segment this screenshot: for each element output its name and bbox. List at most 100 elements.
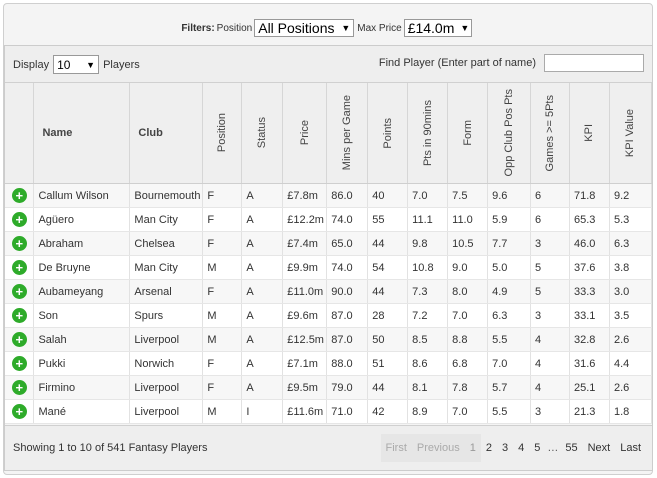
- add-cell: +: [5, 303, 35, 328]
- cell-games-5pts: 5: [530, 279, 570, 304]
- add-player-icon[interactable]: +: [11, 332, 27, 347]
- cell-opp-club-pos-pts: 7.7: [487, 231, 532, 256]
- cell-kpi-value: 2.6: [609, 327, 653, 352]
- add-player-icon[interactable]: +: [11, 260, 27, 275]
- cell-points: 51: [367, 351, 409, 376]
- header-row: Name Club Position Status Price Mins per…: [5, 83, 653, 184]
- cell-price: £9.6m: [282, 303, 328, 328]
- page-button-2[interactable]: 2: [481, 434, 497, 462]
- display-length-value: 10: [57, 57, 71, 72]
- cell-opp-club-pos-pts: 5.0: [487, 255, 532, 280]
- players-table: Name Club Position Status Price Mins per…: [5, 83, 653, 424]
- previous-page-button[interactable]: Previous: [411, 434, 465, 462]
- cell-kpi-value: 2.6: [609, 375, 653, 400]
- cell-games-5pts: 6: [530, 207, 570, 232]
- cell-mins-per-game: 87.0: [326, 303, 369, 328]
- find-player-input[interactable]: [544, 54, 644, 72]
- column-header-pts-in-90mins[interactable]: Pts in 90mins: [407, 83, 449, 184]
- display-length-control: Display 10 ▼ Players: [13, 55, 140, 74]
- column-header-price[interactable]: Price: [282, 83, 328, 184]
- cell-opp-club-pos-pts: 7.0: [487, 351, 532, 376]
- column-header-opp-club-pos-pts[interactable]: Opp Club Pos Pts: [487, 83, 532, 184]
- column-header-kpi-value[interactable]: KPI Value: [609, 83, 653, 184]
- cell-kpi-value: 1.8: [609, 399, 653, 424]
- column-header-add: [5, 83, 35, 184]
- add-player-icon[interactable]: +: [11, 380, 27, 395]
- cell-kpi: 31.6: [569, 351, 610, 376]
- last-page-button[interactable]: Last: [615, 434, 646, 462]
- page-button-4[interactable]: 4: [513, 434, 529, 462]
- cell-pts-in-90mins: 8.9: [407, 399, 449, 424]
- cell-pts-in-90mins: 8.1: [407, 375, 449, 400]
- column-header-games-5pts[interactable]: Games >= 5Pts: [530, 83, 570, 184]
- cell-position: M: [202, 255, 243, 280]
- page-button-1[interactable]: 1: [464, 434, 481, 462]
- max-price-filter-select[interactable]: £14.0m ▼: [403, 19, 472, 37]
- column-header-position[interactable]: Position: [202, 83, 243, 184]
- cell-kpi: 65.3: [569, 207, 610, 232]
- cell-mins-per-game: 74.0: [326, 207, 369, 232]
- page-button-5[interactable]: 5: [529, 434, 545, 462]
- add-cell: +: [5, 279, 35, 304]
- cell-pts-in-90mins: 8.5: [407, 327, 449, 352]
- cell-pts-in-90mins: 7.0: [407, 183, 449, 208]
- first-page-button[interactable]: First: [380, 434, 412, 462]
- cell-price: £7.4m: [282, 231, 328, 256]
- page-button-3[interactable]: 3: [497, 434, 513, 462]
- cell-games-5pts: 4: [530, 375, 570, 400]
- column-header-club[interactable]: Club: [129, 83, 204, 184]
- add-cell: +: [5, 327, 35, 352]
- table-footer: Showing 1 to 10 of 541 Fantasy Players F…: [5, 425, 652, 470]
- column-header-name[interactable]: Name: [33, 83, 131, 184]
- cell-kpi-value: 3.8: [609, 255, 653, 280]
- cell-points: 44: [367, 279, 409, 304]
- cell-status: A: [241, 351, 284, 376]
- cell-mins-per-game: 79.0: [326, 375, 369, 400]
- next-page-button[interactable]: Next: [583, 434, 616, 462]
- cell-position: M: [202, 399, 243, 424]
- add-cell: +: [5, 183, 35, 208]
- cell-name: Callum Wilson: [33, 183, 131, 208]
- cell-mins-per-game: 86.0: [326, 183, 369, 208]
- players-table-body: + Callum Wilson Bournemouth F A £7.8m 86.0 40 7.…: [5, 183, 653, 424]
- add-cell: +: [5, 231, 35, 256]
- display-length-select[interactable]: 10 ▼: [53, 55, 100, 74]
- table-row: + Callum Wilson Bournemouth F A £7.8m 86.0 40 7.…: [5, 183, 653, 208]
- column-header-status[interactable]: Status: [241, 83, 284, 184]
- cell-kpi: 21.3: [569, 399, 610, 424]
- cell-mins-per-game: 87.0: [326, 327, 369, 352]
- add-player-icon[interactable]: +: [11, 308, 27, 323]
- add-player-icon[interactable]: +: [11, 236, 27, 251]
- cell-pts-in-90mins: 8.6: [407, 351, 449, 376]
- add-player-icon[interactable]: +: [11, 404, 27, 419]
- add-player-icon[interactable]: +: [11, 284, 27, 299]
- add-player-icon[interactable]: +: [11, 356, 27, 371]
- cell-club: Liverpool: [129, 327, 204, 352]
- cell-price: £12.5m: [282, 327, 328, 352]
- cell-name: Son: [33, 303, 131, 328]
- cell-kpi-value: 5.3: [609, 207, 653, 232]
- filters-bar: Filters: Position All Positions ▼ Max Pr…: [4, 16, 652, 40]
- cell-form: 11.0: [447, 207, 489, 232]
- position-filter-select[interactable]: All Positions ▼: [254, 19, 355, 37]
- cell-name: Salah: [33, 327, 131, 352]
- cell-games-5pts: 4: [530, 351, 570, 376]
- cell-points: 50: [367, 327, 409, 352]
- cell-points: 44: [367, 375, 409, 400]
- add-player-icon[interactable]: +: [11, 188, 27, 203]
- cell-position: F: [202, 183, 243, 208]
- column-header-kpi[interactable]: KPI: [569, 83, 610, 184]
- column-header-mins-per-game[interactable]: Mins per Game: [326, 83, 369, 184]
- showing-info: Showing 1 to 10 of 541 Fantasy Players: [13, 442, 208, 454]
- add-player-icon[interactable]: +: [11, 212, 27, 227]
- cell-kpi-value: 9.2: [609, 183, 653, 208]
- cell-pts-in-90mins: 9.8: [407, 231, 449, 256]
- cell-price: £11.6m: [282, 399, 328, 424]
- column-header-points[interactable]: Points: [367, 83, 409, 184]
- cell-price: £9.9m: [282, 255, 328, 280]
- cell-club: Man City: [129, 255, 204, 280]
- page-button-55[interactable]: 55: [560, 434, 582, 462]
- column-header-form[interactable]: Form: [447, 83, 489, 184]
- cell-club: Man City: [129, 207, 204, 232]
- cell-price: £9.5m: [282, 375, 328, 400]
